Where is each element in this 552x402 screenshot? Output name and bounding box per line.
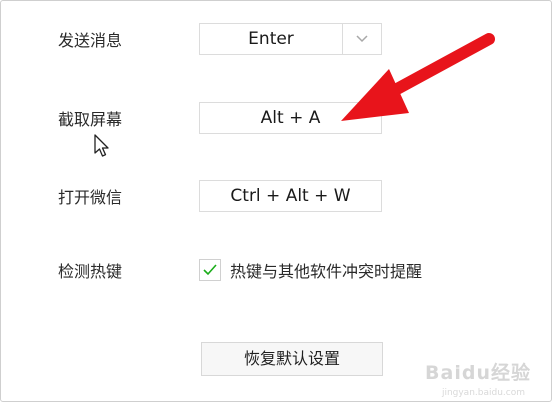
detect-hotkey-label: 检测热键 [58,262,123,281]
mouse-cursor-icon [94,134,109,157]
baidu-watermark-url: jingyan.baidu.com [441,388,525,398]
checkmark-icon [203,264,217,276]
open-wechat-label: 打开微信 [58,188,123,207]
hotkey-conflict-checkbox[interactable] [199,259,221,281]
screenshot-label: 截取屏幕 [58,110,123,129]
send-message-value: Enter [248,29,294,49]
send-message-label: 发送消息 [58,31,123,50]
open-wechat-hotkey-field[interactable]: Ctrl + Alt + W [199,180,382,212]
hotkey-conflict-label: 热键与其他软件冲突时提醒 [230,262,423,281]
baidu-watermark: Baidu经验 [425,362,531,384]
hotkey-conflict-option[interactable]: 热键与其他软件冲突时提醒 [199,258,422,282]
settings-panel: 发送消息 Enter 截取屏幕 Alt + A 打开微信 Ctrl + Alt … [0,0,552,402]
reset-defaults-button[interactable]: 恢复默认设置 [201,342,383,376]
red-arrow-annotation [341,33,495,121]
